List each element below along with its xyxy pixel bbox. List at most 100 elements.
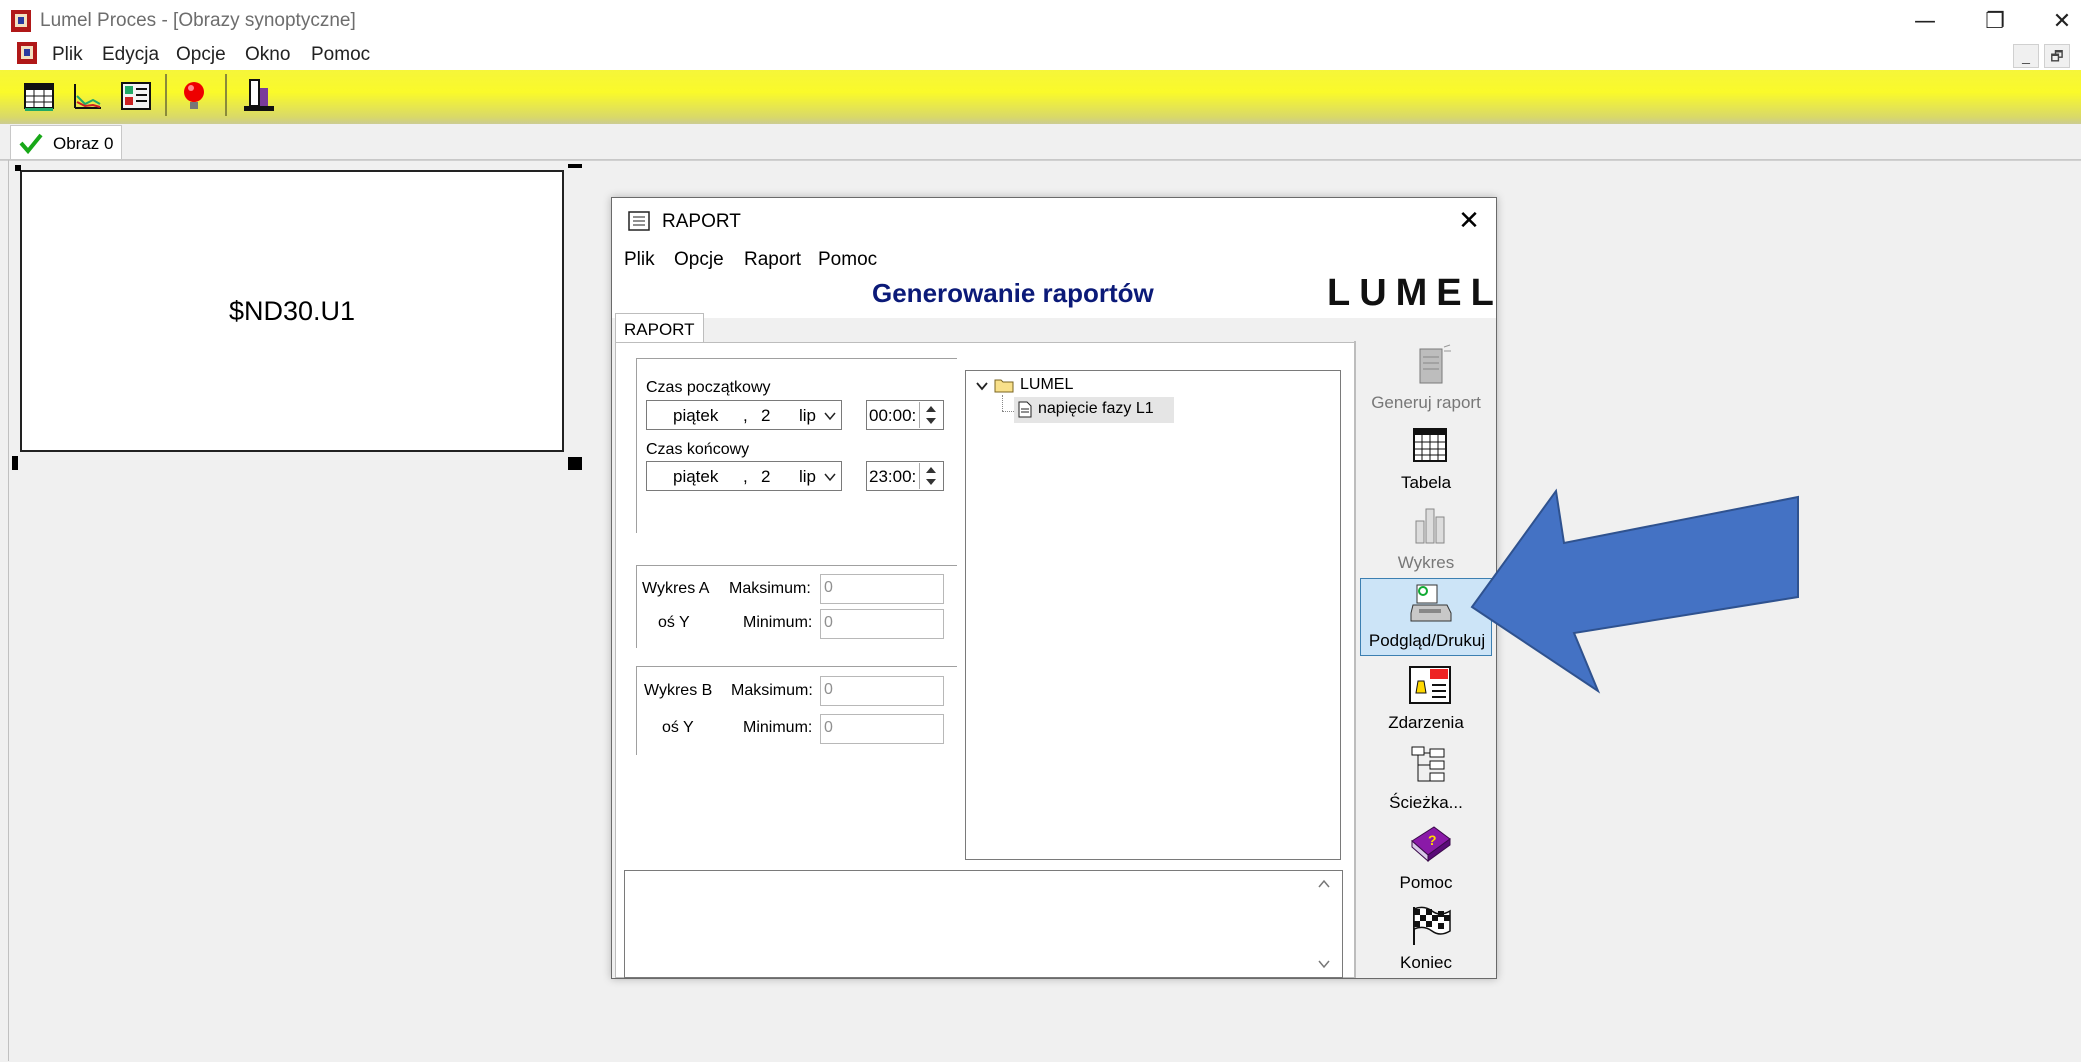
document-tab-strip — [0, 124, 2081, 160]
chevron-down-icon[interactable] — [974, 379, 990, 393]
end-day: piątek — [673, 467, 719, 486]
sciezka-button[interactable]: Ścieżka... — [1360, 741, 1492, 817]
message-log[interactable] — [624, 870, 1343, 978]
scroll-up-icon[interactable] — [1315, 877, 1333, 891]
start-time-field[interactable]: 00:00: — [866, 400, 944, 430]
tab-raport-label: RAPORT — [624, 320, 695, 339]
chart-b-min-label: Minimum: — [743, 719, 813, 736]
menu-opcje[interactable]: Opcje — [176, 44, 226, 66]
chart-a-axis-label: oś Y — [658, 614, 690, 631]
start-time: 00:00: — [869, 406, 917, 425]
tree-item-selected[interactable]: napięcie fazy L1 — [1014, 397, 1174, 423]
tab-label: Obraz 0 — [53, 134, 114, 153]
raport-menu-plik[interactable]: Plik — [624, 249, 655, 271]
io-icon[interactable] — [114, 76, 158, 116]
tree-child-label: napięcie fazy L1 — [1038, 400, 1154, 417]
chart-b-label: Wykres B — [644, 682, 713, 699]
start-time-label: Czas początkowy — [646, 379, 771, 396]
tree-connector — [1002, 395, 1004, 411]
pointer-arrow-annotation — [1470, 488, 1799, 694]
resize-handle[interactable] — [568, 457, 582, 470]
resize-handle[interactable] — [12, 456, 18, 470]
chart-a-label: Wykres A — [642, 580, 710, 597]
tree-root-label[interactable]: LUMEL — [1020, 376, 1073, 394]
alarm-events-icon — [1409, 666, 1451, 704]
sciezka-label: Ścieżka... — [1389, 793, 1463, 812]
chart-a-max-label: Maksimum: — [729, 580, 811, 597]
zdarzenia-label: Zdarzenia — [1388, 713, 1464, 732]
start-month: lip — [799, 406, 817, 425]
end-time-label: Czas końcowy — [646, 441, 750, 458]
chevron-down-icon[interactable] — [823, 471, 837, 483]
spinner-arrows-icon[interactable] — [919, 402, 942, 428]
raport-title-bar — [612, 198, 1496, 242]
raport-menu-opcje[interactable]: Opcje — [674, 249, 724, 271]
koniec-label: Koniec — [1400, 953, 1452, 972]
close-button[interactable]: ✕ — [2042, 4, 2081, 40]
menu-edycja[interactable]: Edycja — [102, 44, 159, 66]
raport-heading: Generowanie raportów — [872, 278, 1154, 308]
start-date: 2 — [761, 406, 771, 425]
folder-icon — [994, 379, 1014, 393]
tab-obraz-0[interactable]: Obraz 0 — [10, 125, 122, 159]
spinner-arrows-icon[interactable] — [919, 463, 942, 489]
chevron-down-icon[interactable] — [823, 410, 837, 422]
start-day: piątek — [673, 406, 719, 425]
generuj-raport-label: Generuj raport — [1371, 393, 1481, 412]
raport-menu-pomoc[interactable]: Pomoc — [818, 249, 877, 271]
synoptic-element[interactable]: $ND30.U1 — [20, 170, 564, 452]
restore-button[interactable]: ❐ — [1975, 4, 2015, 40]
chart-a-min-label: Minimum: — [743, 614, 813, 631]
document-icon[interactable] — [16, 40, 38, 66]
mdi-minimize-button[interactable]: _ — [2013, 44, 2039, 68]
checkmark-icon — [19, 133, 43, 154]
element-variable-label: $ND30.U1 — [228, 295, 356, 326]
end-date: 2 — [761, 467, 771, 486]
raport-menu-raport[interactable]: Raport — [744, 249, 801, 271]
bar-chart-icon — [1415, 508, 1445, 544]
menu-okno[interactable]: Okno — [245, 44, 290, 66]
tree-structure-icon — [1411, 746, 1445, 782]
resize-handle[interactable] — [15, 165, 21, 171]
table-icon — [1413, 428, 1447, 462]
menu-plik[interactable]: Plik — [52, 44, 83, 66]
source-tree[interactable]: LUMEL napięcie fazy L1 — [965, 370, 1341, 860]
pomoc-button[interactable]: ? Pomoc — [1360, 821, 1492, 897]
chart-b-max-input[interactable]: 0 — [820, 676, 944, 706]
help-book-icon: ? — [1411, 826, 1451, 863]
table-icon[interactable] — [17, 76, 61, 116]
tree-connector — [1002, 411, 1014, 413]
start-date-picker[interactable]: piątek , 2 lip — [646, 400, 842, 430]
report-icon[interactable] — [236, 76, 280, 116]
raport-title: RAPORT — [662, 211, 741, 232]
raport-dialog: RAPORT ✕ Plik Opcje Raport Pomoc Generow… — [611, 197, 1497, 979]
toolbar-separator — [165, 74, 167, 116]
end-date-sep: , — [743, 467, 748, 486]
chart-a-max-input[interactable]: 0 — [820, 574, 944, 604]
tab-raport[interactable]: RAPORT — [615, 313, 704, 343]
resize-handle[interactable] — [568, 164, 582, 168]
notebook-icon — [1419, 344, 1451, 384]
menu-pomoc[interactable]: Pomoc — [311, 44, 370, 66]
chart-b-min-input[interactable]: 0 — [820, 714, 944, 744]
start-date-sep: , — [743, 406, 748, 425]
raport-close-button[interactable]: ✕ — [1452, 204, 1486, 238]
koniec-button[interactable]: Koniec — [1360, 901, 1492, 977]
chart-icon[interactable] — [65, 76, 109, 116]
end-month: lip — [799, 467, 817, 486]
lumel-logo: LUMEL — [1327, 272, 1503, 314]
end-time-field[interactable]: 23:00: — [866, 461, 944, 491]
scroll-down-icon[interactable] — [1315, 957, 1333, 971]
document-icon — [1018, 401, 1032, 418]
generuj-raport-button[interactable]: Generuj raport — [1360, 341, 1492, 417]
end-time: 23:00: — [869, 467, 917, 486]
chart-b-max-label: Maksimum: — [731, 682, 813, 699]
pomoc-label: Pomoc — [1399, 873, 1453, 892]
window-title: Lumel Proces - [Obrazy synoptyczne] — [40, 10, 356, 31]
end-date-picker[interactable]: piątek , 2 lip — [646, 461, 842, 491]
mdi-restore-button[interactable]: 🗗 — [2044, 44, 2070, 68]
minimize-button[interactable]: — — [1905, 4, 1945, 40]
toolbar — [0, 70, 2081, 126]
chart-a-min-input[interactable]: 0 — [820, 609, 944, 639]
alarm-bulb-icon[interactable] — [172, 76, 216, 116]
